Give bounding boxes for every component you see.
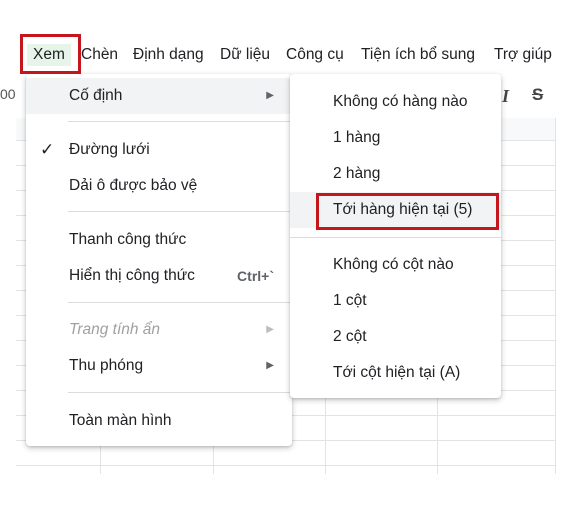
hidden-sheets-label: Trang tính ẩn: [69, 321, 161, 338]
protected-ranges-label: Dải ô được bảo vệ: [69, 177, 198, 194]
menu-item-full-screen[interactable]: Toàn màn hình: [26, 403, 292, 439]
freeze-one-column-label: 1 cột: [333, 292, 367, 309]
show-formulas-shortcut: Ctrl+`: [237, 268, 274, 284]
menu-item-zoom[interactable]: Thu phóng ▶: [26, 348, 292, 384]
freeze-one-row-label: 1 hàng: [333, 129, 381, 146]
freeze-two-columns-label: 2 cột: [333, 328, 367, 345]
menu-divider: [68, 121, 292, 122]
freeze-up-to-current-row-label: Tới hàng hiện tại (5): [333, 201, 473, 218]
menu-item-formula-bar[interactable]: Thanh công thức: [26, 222, 292, 258]
menu-view[interactable]: Xem: [27, 44, 71, 66]
zoom-label: Thu phóng: [69, 357, 144, 374]
submenu-arrow-icon: ▶: [266, 360, 274, 371]
menu-divider: [290, 237, 501, 238]
menu-divider: [68, 211, 292, 212]
freeze-one-row[interactable]: 1 hàng: [290, 120, 501, 156]
freeze-no-columns[interactable]: Không có cột nào: [290, 247, 501, 283]
menu-help[interactable]: Trợ giúp: [494, 44, 552, 66]
freeze-up-to-current-row[interactable]: Tới hàng hiện tại (5): [290, 192, 501, 228]
check-icon: ✓: [40, 140, 55, 159]
menu-insert[interactable]: Chèn: [81, 44, 118, 66]
menu-item-freeze[interactable]: Cố định ▶: [26, 78, 292, 114]
freeze-no-rows[interactable]: Không có hàng nào: [290, 84, 501, 120]
full-screen-label: Toàn màn hình: [69, 412, 172, 429]
freeze-label: Cố định: [69, 87, 123, 104]
freeze-one-column[interactable]: 1 cột: [290, 283, 501, 319]
freeze-no-rows-label: Không có hàng nào: [333, 93, 468, 110]
gridlines-label: Đường lưới: [69, 141, 150, 158]
menu-tools[interactable]: Công cụ: [286, 44, 344, 66]
show-formulas-label: Hiển thị công thức: [69, 267, 195, 284]
freeze-up-to-current-column-label: Tới cột hiện tại (A): [333, 364, 461, 381]
submenu-arrow-icon: ▶: [266, 324, 274, 335]
freeze-up-to-current-column[interactable]: Tới cột hiện tại (A): [290, 355, 501, 391]
freeze-submenu: Không có hàng nào 1 hàng 2 hàng Tới hàng…: [290, 74, 501, 398]
menubar: Xem Chèn Định dạng Dữ liệu Công cụ Tiện …: [0, 36, 572, 74]
view-menu: Cố định ▶ ✓ Đường lưới Dải ô được bảo vệ…: [26, 74, 292, 446]
menu-item-show-formulas[interactable]: Hiển thị công thức Ctrl+`: [26, 258, 292, 294]
freeze-no-columns-label: Không có cột nào: [333, 256, 454, 273]
menu-data[interactable]: Dữ liệu: [220, 44, 270, 66]
menu-addons[interactable]: Tiện ích bổ sung: [361, 44, 475, 66]
freeze-two-rows-label: 2 hàng: [333, 165, 381, 182]
strikethrough-icon[interactable]: S: [532, 85, 543, 105]
menu-divider: [68, 392, 292, 393]
formula-bar-label: Thanh công thức: [69, 231, 187, 248]
menu-divider: [68, 302, 292, 303]
menu-item-hidden-sheets: Trang tính ẩn ▶: [26, 312, 292, 348]
freeze-two-columns[interactable]: 2 cột: [290, 319, 501, 355]
menu-item-gridlines[interactable]: ✓ Đường lưới: [26, 132, 292, 168]
italic-icon[interactable]: I: [502, 86, 509, 107]
freeze-two-rows[interactable]: 2 hàng: [290, 156, 501, 192]
submenu-arrow-icon: ▶: [266, 90, 274, 101]
menu-item-protected-ranges[interactable]: Dải ô được bảo vệ: [26, 168, 292, 204]
menu-format[interactable]: Định dạng: [133, 44, 204, 66]
toolbar-fragment: 00: [0, 86, 16, 102]
